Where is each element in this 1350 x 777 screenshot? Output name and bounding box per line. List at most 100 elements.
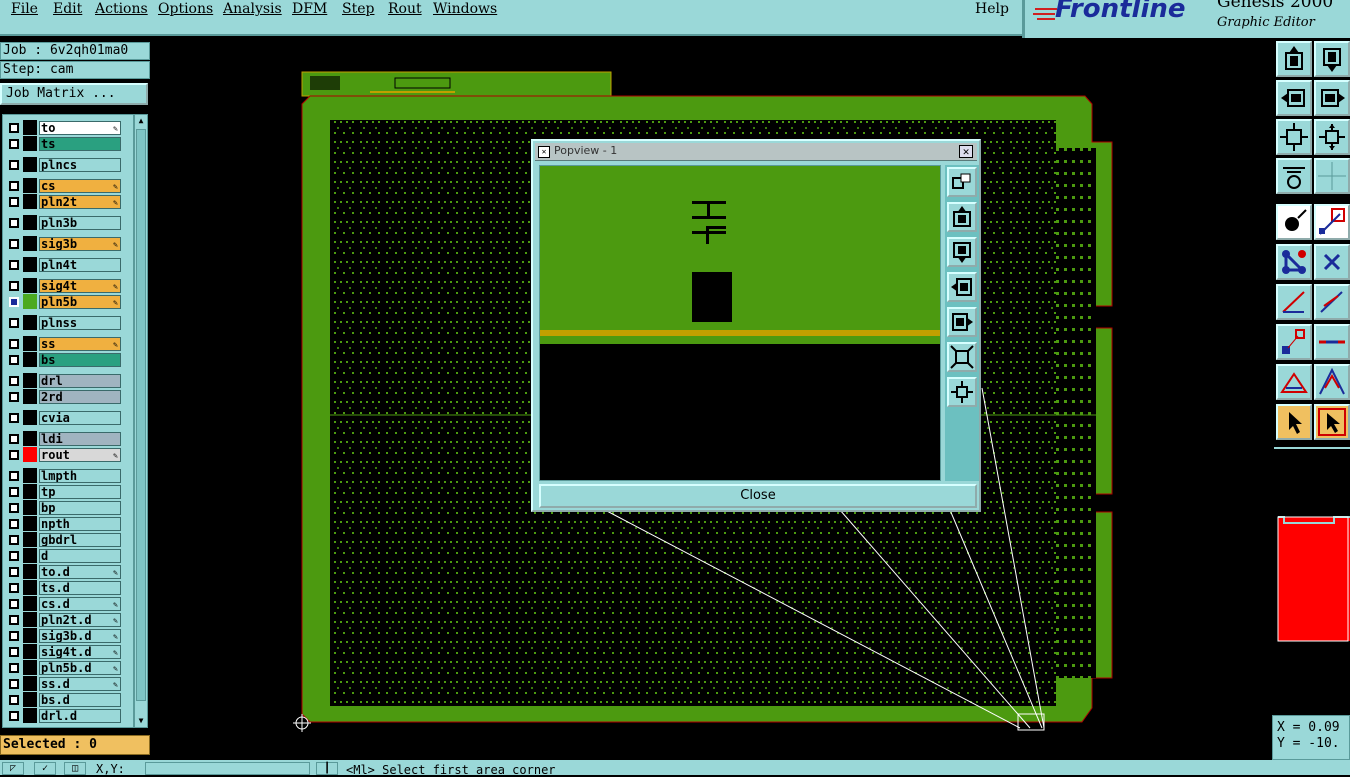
layer-row[interactable]: 2rd (3, 389, 133, 404)
layer-color-swatch[interactable] (23, 178, 37, 193)
layer-row[interactable]: bs (3, 352, 133, 367)
layer-color-swatch[interactable] (23, 120, 37, 135)
pv-zoom-in-icon[interactable] (947, 342, 977, 372)
menu-rout[interactable]: Rout (388, 1, 422, 17)
layer-checkbox[interactable] (9, 339, 19, 349)
layer-color-swatch[interactable] (23, 373, 37, 388)
layer-checkbox[interactable] (9, 631, 19, 641)
pointer-select-icon[interactable] (1276, 404, 1312, 440)
menu-windows[interactable]: Windows (433, 1, 497, 17)
layer-name[interactable]: ts (39, 137, 121, 151)
check-icon[interactable]: ✓ (34, 762, 56, 775)
layer-row[interactable]: ss.d ✎ (3, 676, 133, 691)
layer-row[interactable]: cvia (3, 410, 133, 425)
layer-row[interactable]: ts (3, 136, 133, 151)
pointer-area-icon[interactable] (1314, 404, 1350, 440)
overview-window[interactable] (1274, 447, 1350, 712)
zoom-home-icon[interactable] (1314, 119, 1350, 155)
job-matrix-button[interactable]: Job Matrix ... (0, 83, 148, 105)
pan-right-icon[interactable] (1314, 80, 1350, 116)
xy-input[interactable] (145, 762, 310, 775)
layer-color-swatch[interactable] (23, 194, 37, 209)
layer-checkbox[interactable] (9, 471, 19, 481)
layer-name[interactable]: cs.d ✎ (39, 597, 121, 611)
delete-node-icon[interactable] (1314, 244, 1350, 280)
pv-pan-up-icon[interactable] (947, 202, 977, 232)
layer-color-swatch[interactable] (23, 336, 37, 351)
layer-color-swatch[interactable] (23, 628, 37, 643)
layer-checkbox[interactable] (9, 503, 19, 513)
pv-pan-left-icon[interactable] (947, 272, 977, 302)
layer-name[interactable]: sig3b.d ✎ (39, 629, 121, 643)
line-tool-icon[interactable] (1276, 284, 1312, 320)
layer-scrollbar[interactable]: ▲ ▼ (134, 114, 148, 728)
layer-color-swatch[interactable] (23, 294, 37, 309)
layer-checkbox[interactable] (9, 123, 19, 133)
layer-name[interactable]: pln2t.d ✎ (39, 613, 121, 627)
layer-color-swatch[interactable] (23, 564, 37, 579)
layer-color-swatch[interactable] (23, 236, 37, 251)
layer-color-swatch[interactable] (23, 548, 37, 563)
layer-row[interactable]: lmpth (3, 468, 133, 483)
layer-color-swatch[interactable] (23, 692, 37, 707)
layer-name[interactable]: ss ✎ (39, 337, 121, 351)
layer-row[interactable]: pln2t.d ✎ (3, 612, 133, 627)
layer-row[interactable]: to ✎ (3, 120, 133, 135)
pan-up-icon[interactable] (1276, 41, 1312, 77)
layer-row[interactable]: pln3b (3, 215, 133, 230)
layer-color-swatch[interactable] (23, 257, 37, 272)
undo-icon[interactable]: ◸ (2, 762, 24, 775)
layer-name[interactable]: 2rd (39, 390, 121, 404)
layer-color-swatch[interactable] (23, 352, 37, 367)
layer-row[interactable]: cs ✎ (3, 178, 133, 193)
layer-color-swatch[interactable] (23, 431, 37, 446)
layer-checkbox[interactable] (9, 392, 19, 402)
layer-checkbox[interactable] (9, 567, 19, 577)
popview-viewport[interactable] (539, 165, 941, 481)
layer-name[interactable]: pln5b ✎ (39, 295, 121, 309)
layer-row[interactable]: plncs (3, 157, 133, 172)
menu-edit[interactable]: Edit (53, 1, 82, 17)
layer-name[interactable]: to ✎ (39, 121, 121, 135)
layer-name[interactable]: to.d ✎ (39, 565, 121, 579)
layer-row[interactable]: gbdrl (3, 532, 133, 547)
close-icon[interactable]: ✕ (959, 145, 973, 158)
angle-tool-icon[interactable] (1276, 364, 1312, 400)
horizontal-line-icon[interactable] (1314, 324, 1350, 360)
layer-name[interactable]: plnss (39, 316, 121, 330)
layer-checkbox[interactable] (9, 413, 19, 423)
popview-titlebar[interactable]: ✕ Popview - 1 ✕ (535, 143, 977, 161)
line-move-icon[interactable] (1314, 284, 1350, 320)
layer-name[interactable]: ldi (39, 432, 121, 446)
layer-checkbox[interactable] (9, 535, 19, 545)
layer-checkbox[interactable] (9, 239, 19, 249)
layer-checkbox[interactable] (9, 615, 19, 625)
layer-name[interactable]: pln3b (39, 216, 121, 230)
layer-name[interactable]: gbdrl (39, 533, 121, 547)
layer-checkbox[interactable] (9, 218, 19, 228)
layer-name[interactable]: ss.d ✎ (39, 677, 121, 691)
layer-checkbox[interactable] (9, 450, 19, 460)
layer-checkbox[interactable] (9, 487, 19, 497)
layer-name[interactable]: drl (39, 374, 121, 388)
pv-window-fit-icon[interactable] (947, 167, 977, 197)
layer-name[interactable]: ts.d (39, 581, 121, 595)
layer-name[interactable]: plncs (39, 158, 121, 172)
menu-options[interactable]: Options (158, 1, 213, 17)
layer-name[interactable]: sig4t ✎ (39, 279, 121, 293)
layer-checkbox[interactable] (9, 281, 19, 291)
layer-row[interactable]: ldi (3, 431, 133, 446)
layer-name[interactable]: npth (39, 517, 121, 531)
layer-color-swatch[interactable] (23, 596, 37, 611)
layer-checkbox[interactable] (9, 599, 19, 609)
layer-name[interactable]: pln5b.d ✎ (39, 661, 121, 675)
layer-name[interactable]: bs (39, 353, 121, 367)
layer-checkbox[interactable] (9, 647, 19, 657)
layer-checkbox[interactable] (9, 139, 19, 149)
layer-checkbox[interactable] (9, 551, 19, 561)
layer-row[interactable]: bs.d (3, 692, 133, 707)
layer-color-swatch[interactable] (23, 516, 37, 531)
layer-color-swatch[interactable] (23, 660, 37, 675)
layer-row[interactable]: tp (3, 484, 133, 499)
layer-name[interactable]: cvia (39, 411, 121, 425)
